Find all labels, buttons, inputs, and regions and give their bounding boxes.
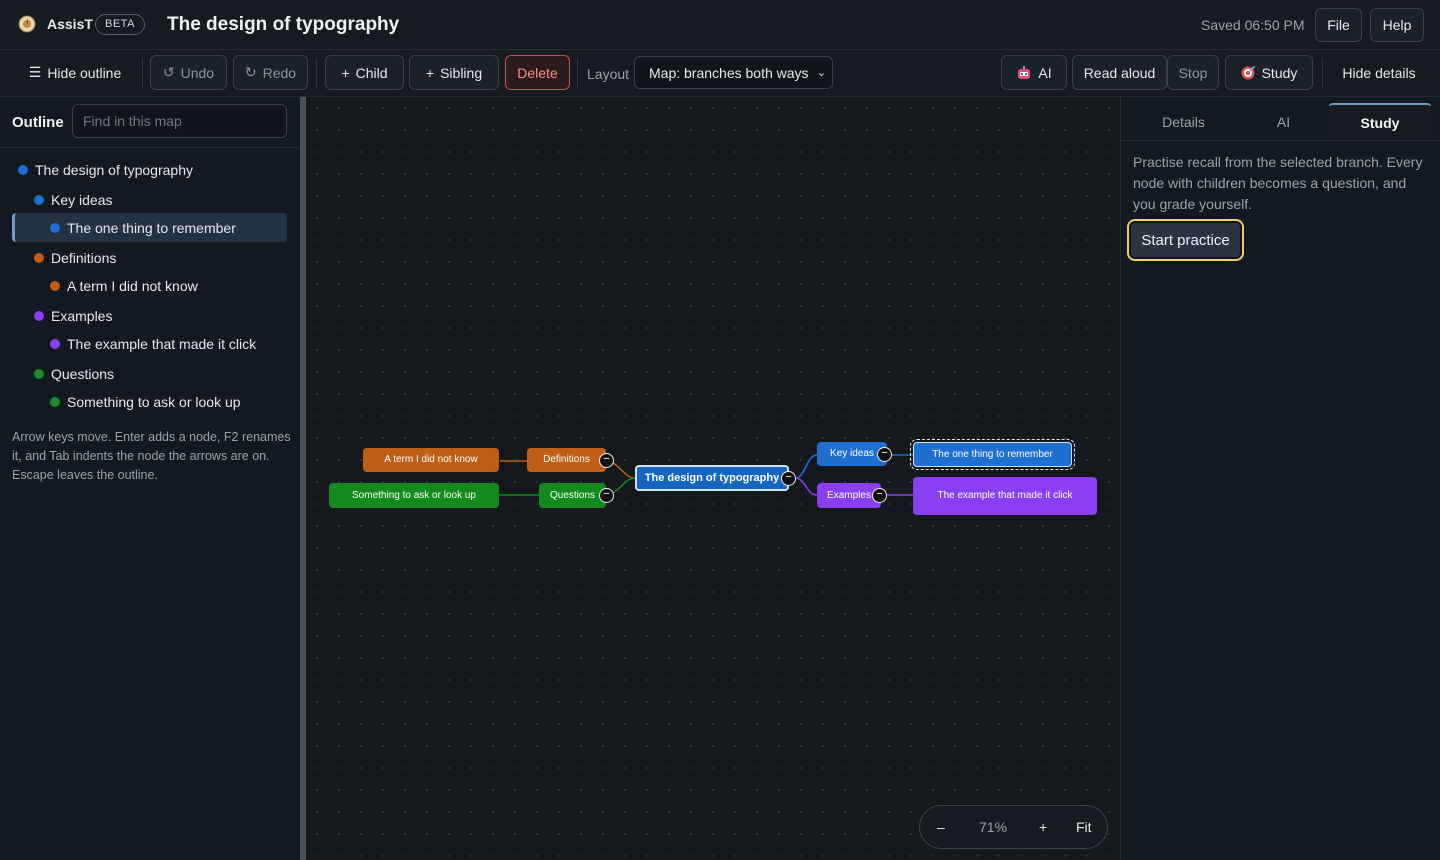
ai-button[interactable]: AI	[1001, 55, 1067, 90]
outline-item-label: Questions	[51, 366, 115, 382]
redo-button[interactable]: ↻ Redo	[233, 55, 308, 90]
redo-label: Redo	[262, 64, 297, 81]
find-in-map-input[interactable]	[72, 104, 287, 138]
add-child-button[interactable]: + Child	[325, 55, 404, 90]
outline-item-one-thing[interactable]: The one thing to remember	[12, 213, 287, 242]
tab-ai[interactable]: AI	[1236, 103, 1331, 141]
document-title[interactable]: The design of typography	[167, 14, 399, 36]
app-name: AssisT	[47, 16, 93, 32]
target-icon	[1241, 65, 1255, 80]
help-button[interactable]: Help	[1370, 8, 1424, 42]
ai-label: AI	[1038, 64, 1052, 81]
map-node-questions[interactable]: Questions	[539, 483, 606, 508]
undo-label: Undo	[180, 64, 215, 81]
map-node-definitions[interactable]: Definitions	[527, 448, 606, 472]
plus-icon: +	[341, 64, 350, 81]
green-dot-icon	[50, 397, 60, 407]
map-node-ask[interactable]: Something to ask or look up	[329, 483, 499, 508]
undo-icon: ↺	[162, 64, 175, 80]
outline-item-label: Something to ask or look up	[67, 394, 241, 410]
outline-item-questions[interactable]: Questions	[34, 360, 288, 388]
beta-badge: BETA	[95, 14, 145, 35]
outline-item-definitions[interactable]: Definitions	[34, 244, 288, 272]
redo-icon: ↻	[244, 64, 257, 80]
outline-item-label: Examples	[51, 308, 113, 324]
plus-icon: +	[425, 64, 435, 81]
outline-title: Outline	[12, 114, 64, 131]
stop-button[interactable]: Stop	[1167, 55, 1219, 90]
delete-button[interactable]: Delete	[505, 55, 570, 90]
mind-map-canvas[interactable]: A term I did not know Definitions − Some…	[306, 97, 1120, 860]
map-node-one-thing[interactable]: The one thing to remember	[910, 439, 1075, 470]
outline-item-term[interactable]: A term I did not know	[50, 272, 288, 300]
add-sibling-label: Sibling	[440, 64, 483, 81]
zoom-controls: – 71% + Fit	[919, 805, 1108, 849]
blue-dot-icon	[34, 195, 44, 205]
orange-dot-icon	[50, 281, 60, 291]
outline-item-label: A term I did not know	[67, 278, 198, 294]
study-description: Practise recall from the selected branch…	[1133, 154, 1423, 212]
fit-button[interactable]: Fit	[1076, 819, 1092, 835]
outline-item-label: The one thing to remember	[67, 219, 236, 236]
outline-item-example-click[interactable]: The example that made it click	[50, 330, 288, 358]
orange-dot-icon	[34, 253, 44, 263]
collapse-toggle-icon[interactable]: −	[781, 471, 796, 486]
start-practice-button[interactable]: Start practice	[1127, 219, 1244, 261]
menu-icon: ☰	[28, 64, 42, 80]
zoom-out-button[interactable]: –	[937, 819, 945, 835]
collapse-toggle-icon[interactable]: −	[599, 453, 614, 468]
hide-details-button[interactable]: Hide details	[1331, 55, 1427, 90]
layout-label: Layout	[587, 66, 630, 82]
purple-dot-icon	[34, 311, 44, 321]
blue-dot-icon	[50, 222, 60, 233]
outline-item-root[interactable]: The design of typography	[18, 156, 288, 184]
hide-outline-label: Hide outline	[47, 64, 122, 81]
outline-item-key-ideas[interactable]: Key ideas	[34, 186, 288, 214]
tab-study[interactable]: Study	[1329, 103, 1431, 141]
study-button[interactable]: Study	[1225, 55, 1313, 90]
outline-item-label: Definitions	[51, 250, 117, 266]
map-node-term[interactable]: A term I did not know	[363, 448, 499, 472]
blue-dot-icon	[18, 165, 28, 175]
collapse-toggle-icon[interactable]: −	[872, 488, 887, 503]
hide-outline-button[interactable]: ☰ Hide outline	[14, 55, 136, 90]
robot-icon	[1018, 65, 1031, 79]
app-header: AssisT BETA The design of typography Sav…	[0, 0, 1440, 50]
green-dot-icon	[34, 369, 44, 379]
saved-status: Saved 06:50 PM	[1201, 17, 1305, 33]
toolbar: ☰ Hide outline ↺ Undo ↻ Redo + Child + S…	[0, 50, 1440, 97]
undo-button[interactable]: ↺ Undo	[150, 55, 227, 90]
collapse-toggle-icon[interactable]: −	[599, 488, 614, 503]
add-sibling-button[interactable]: + Sibling	[409, 55, 499, 90]
outline-item-label: Key ideas	[51, 192, 113, 208]
outline-help-text: Arrow keys move. Enter adds a node, F2 r…	[12, 430, 291, 482]
outline-item-ask[interactable]: Something to ask or look up	[50, 388, 288, 416]
read-aloud-button[interactable]: Read aloud	[1072, 55, 1167, 90]
file-button[interactable]: File	[1315, 8, 1362, 42]
layout-select[interactable]: Map: branches both ways ⌄	[634, 56, 833, 89]
map-node-root[interactable]: The design of typography	[635, 465, 789, 491]
zoom-level: 71%	[979, 819, 1008, 835]
tab-details[interactable]: Details	[1136, 103, 1231, 141]
outline-item-label: The example that made it click	[67, 336, 257, 352]
collapse-toggle-icon[interactable]: −	[877, 447, 892, 462]
outline-item-label: The design of typography	[35, 162, 193, 178]
layout-select-value: Map: branches both ways	[649, 65, 809, 81]
chevron-down-icon: ⌄	[816, 67, 826, 79]
outline-item-examples[interactable]: Examples	[34, 302, 288, 330]
study-label: Study	[1261, 64, 1298, 81]
map-node-example-click[interactable]: The example that made it click	[913, 477, 1097, 515]
add-child-label: Child	[355, 64, 388, 81]
purple-dot-icon	[50, 339, 60, 349]
zoom-in-button[interactable]: +	[1039, 819, 1047, 835]
app-logo-icon	[18, 15, 36, 33]
